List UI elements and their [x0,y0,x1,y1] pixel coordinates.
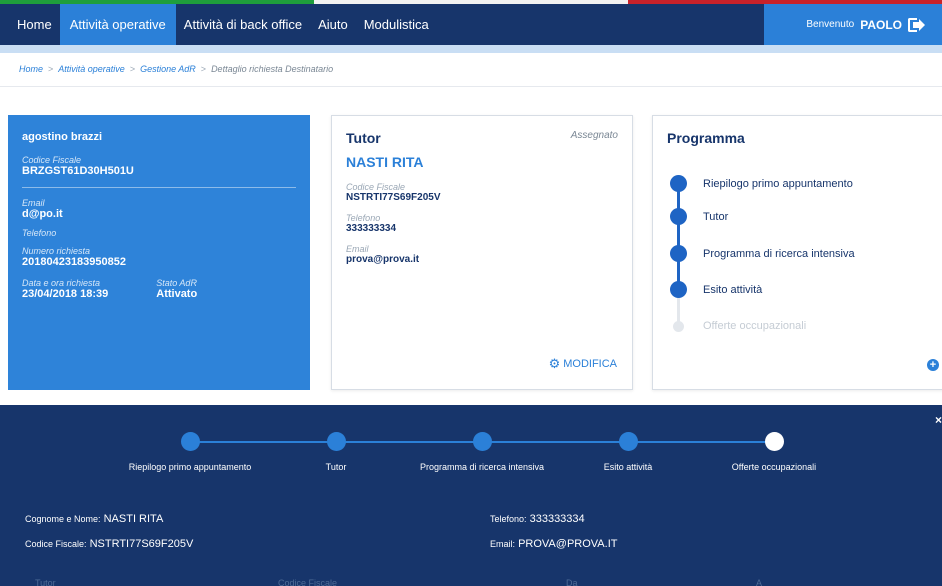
timeline-label: Tutor [325,462,347,472]
step-label: Tutor [703,210,729,223]
step-label: Riepilogo primo appuntamento [703,177,853,190]
step-dot [673,320,684,332]
tutor-cf-value: NSTRTI77S69F205V [346,192,441,203]
tutor-cf-label: Codice Fiscale [346,182,406,192]
timeline-dot [180,432,200,451]
step-dot [670,208,687,225]
modify-label: MODIFICA [563,358,617,370]
info-cf-label: Codice Fiscale: [25,539,87,549]
detail-panel: × Riepilogo primo appuntamento Tutor Pro… [0,405,942,586]
status-value: Attivato [156,288,198,300]
info-cf-value: NSTRTI77S69F205V [89,538,194,550]
breadcrumb-gestione[interactable]: Gestione AdR [140,64,196,74]
card-divider [22,187,296,188]
programma-step[interactable]: Programma di ricerca intensiva [670,245,855,262]
step-label: Offerte occupazionali [703,320,807,332]
timeline-label: Esito attività [603,462,653,472]
breadcrumb-divider [0,86,942,87]
table-header-tutor[interactable]: Tutor [35,578,56,586]
timeline-dot [472,432,492,451]
timeline-step[interactable]: Esito attività [548,432,708,472]
info-name-value: NASTI RITA [103,513,164,525]
request-number-value: 20180423183950852 [22,256,127,268]
tutor-phone-label: Telefono [346,213,381,223]
welcome-text: Benvenuto [806,19,855,30]
nav-attivita-operative[interactable]: Attività operative [59,4,176,45]
info-cf: Codice Fiscale: NSTRTI77S69F205V [25,538,193,550]
timeline-step[interactable]: Riepilogo primo appuntamento [110,432,270,472]
nav-home[interactable]: Home [0,4,60,45]
timeline-dot [764,432,784,451]
info-phone: Telefono: 333333334 [490,513,585,525]
breadcrumb-current: Dettaglio richiesta Destinatario [211,64,334,74]
info-phone-label: Telefono: [490,514,527,524]
step-dot [670,175,687,192]
beneficiary-card: agostino brazzi Codice Fiscale BRZGST61D… [8,115,310,390]
user-menu[interactable]: Benvenuto PAOLO [764,4,942,45]
request-date-label: Data e ora richiesta [22,278,101,288]
programma-title: Programma [667,130,745,146]
breadcrumb: Home > Attività operative > Gestione AdR… [19,64,334,74]
timeline-dot [618,432,638,451]
nav-aiuto[interactable]: Aiuto [310,4,356,45]
plus-icon[interactable]: + [927,359,939,371]
email-value: d@po.it [22,208,63,220]
tutor-email-label: Email [346,244,369,254]
info-phone-value: 333333334 [529,513,585,525]
tutor-name: NASTI RITA [346,154,424,170]
programma-card: Programma Riepilogo primo appuntamento T… [652,115,942,390]
info-name: Cognome e Nome: NASTI RITA [25,513,163,525]
programma-step[interactable]: Esito attività [670,281,762,298]
nav-modulistica[interactable]: Modulistica [356,4,437,45]
step-dot [670,281,687,298]
table-header-da[interactable]: Da [566,578,578,586]
close-icon[interactable]: × [935,413,942,427]
programma-step-pending: Offerte occupazionali [670,320,806,332]
gear-icon: ⚙ [548,356,561,371]
tutor-title: Tutor [346,130,381,146]
tutor-phone-value: 333333334 [346,223,397,234]
beneficiary-name: agostino brazzi [22,131,103,143]
timeline-label: Offerte occupazionali [731,462,817,472]
request-date-value: 23/04/2018 18:39 [22,288,109,300]
table-header-a[interactable]: A [756,578,762,586]
logout-icon[interactable] [908,17,925,32]
breadcrumb-home[interactable]: Home [19,64,43,74]
timeline-label: Programma di ricerca intensiva [419,462,545,472]
assigned-badge: Assegnato [570,130,618,141]
step-dot [670,245,687,262]
step-label: Esito attività [703,283,763,296]
nav-underline [0,45,942,53]
timeline-step-current[interactable]: Offerte occupazionali [694,432,854,472]
tutor-card: Tutor Assegnato NASTI RITA Codice Fiscal… [331,115,633,390]
email-label: Email [22,198,45,208]
timeline-step[interactable]: Tutor [256,432,416,472]
programma-step[interactable]: Tutor [670,208,728,225]
request-number-label: Numero richiesta [22,246,91,256]
nav-back-office[interactable]: Attività di back office [176,4,310,45]
timeline-dot [326,432,346,451]
user-name: PAOLO [860,17,902,32]
programma-step[interactable]: Riepilogo primo appuntamento [670,175,853,192]
timeline-label: Riepilogo primo appuntamento [128,462,252,472]
tutor-email-value: prova@prova.it [346,254,420,265]
modify-button[interactable]: ⚙ MODIFICA [549,356,617,372]
cf-value: BRZGST61D30H501U [22,165,134,177]
status-label: Stato AdR [156,278,197,288]
info-name-label: Cognome e Nome: [25,514,101,524]
info-email: Email: PROVA@PROVA.IT [490,538,617,550]
breadcrumb-attivita[interactable]: Attività operative [58,64,125,74]
table-header-cf[interactable]: Codice Fiscale [278,578,337,586]
info-email-value: PROVA@PROVA.IT [518,538,618,550]
phone-label: Telefono [22,228,57,238]
info-email-label: Email: [490,539,516,549]
step-label: Programma di ricerca intensiva [703,247,855,260]
top-nav: Home Attività operative Attività di back… [0,4,942,45]
timeline-step[interactable]: Programma di ricerca intensiva [402,432,562,472]
cf-label: Codice Fiscale [22,155,82,165]
